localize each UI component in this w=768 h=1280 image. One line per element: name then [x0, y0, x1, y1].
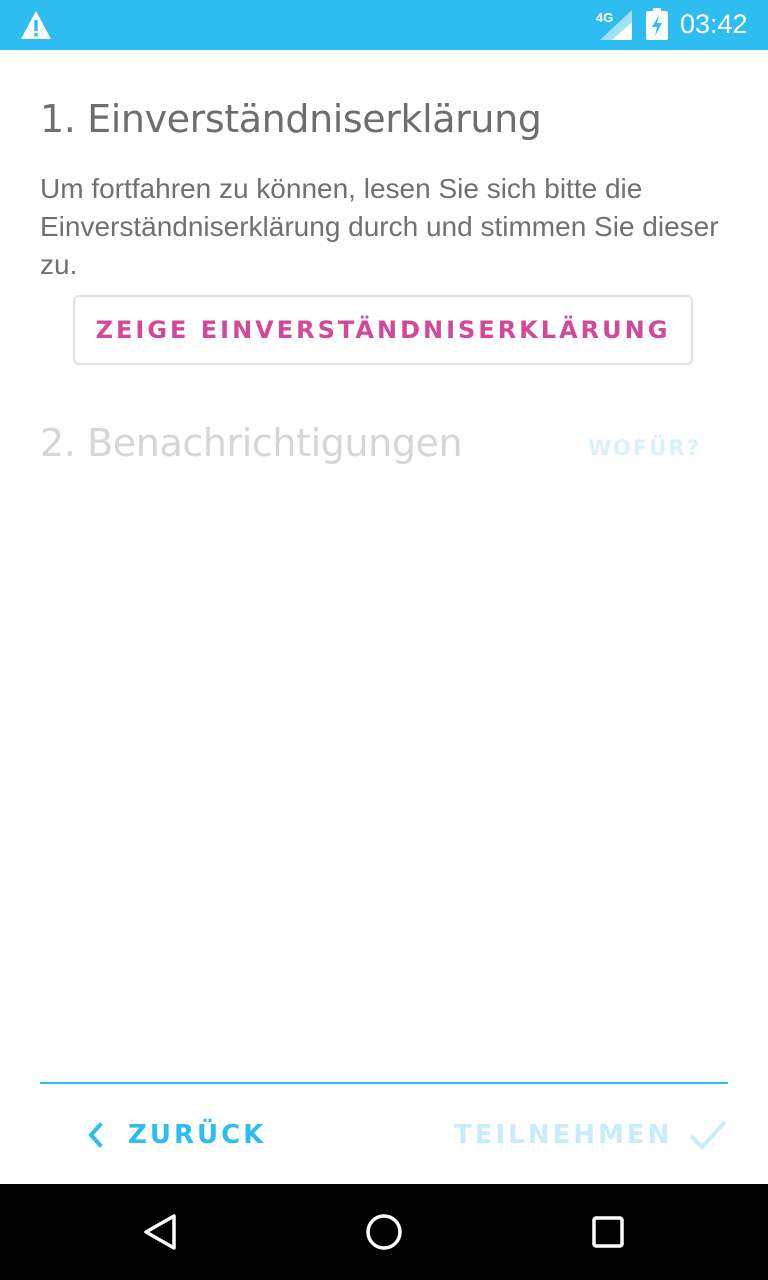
step2-title: 2. Benachrichtigungen — [40, 421, 463, 465]
system-nav-bar — [0, 1184, 768, 1280]
footer-divider — [40, 1082, 728, 1084]
why-link[interactable]: WOFÜR? — [588, 436, 701, 460]
show-consent-button[interactable]: ZEIGE EINVERSTÄNDNISERKLÄRUNG — [73, 295, 693, 365]
network-type: 4G — [596, 10, 614, 25]
chevron-left-icon — [88, 1122, 103, 1148]
step1-description: Um fortfahren zu können, lesen Sie sich … — [40, 173, 719, 280]
warning-icon — [21, 11, 51, 39]
back-button[interactable]: ZURÜCK — [84, 1110, 266, 1160]
nav-home-icon[interactable] — [364, 1212, 404, 1252]
nav-back-icon[interactable] — [140, 1212, 180, 1252]
step1-title: 1. Einverständniserklärung — [40, 97, 542, 141]
status-bar: 4G 03:42 — [0, 0, 768, 50]
back-button-label: ZURÜCK — [128, 1120, 267, 1150]
join-button-label: TEILNEHMEN — [454, 1120, 673, 1150]
join-button[interactable]: TEILNEHMEN — [454, 1110, 728, 1160]
status-clock: 03:42 — [680, 9, 748, 39]
nav-recents-icon[interactable] — [588, 1212, 628, 1252]
show-consent-button-label: ZEIGE EINVERSTÄNDNISERKLÄRUNG — [95, 316, 671, 344]
battery-charging-icon — [646, 8, 668, 40]
check-icon — [690, 1120, 727, 1150]
